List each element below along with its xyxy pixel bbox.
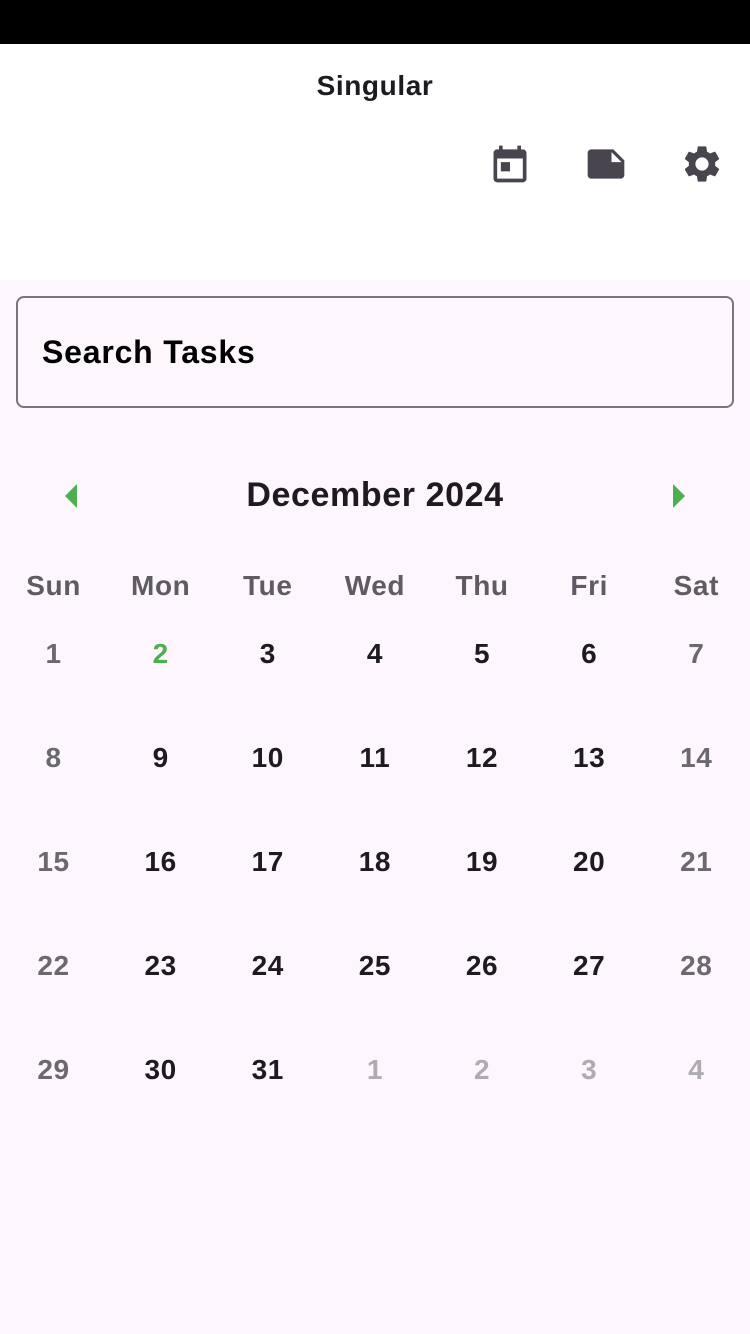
weekday-header-row: Sun Mon Tue Wed Thu Fri Sat (0, 570, 750, 610)
calendar-day[interactable]: 7 (643, 626, 750, 730)
calendar-day[interactable]: 31 (214, 1042, 321, 1146)
weekday-label: Thu (455, 570, 509, 601)
calendar-day[interactable]: 23 (107, 938, 214, 1042)
app-title: Singular (316, 70, 434, 101)
weekday-label: Sun (26, 570, 81, 601)
calendar-day[interactable]: 20 (536, 834, 643, 938)
search-box[interactable] (16, 296, 734, 408)
calendar-day[interactable]: 14 (643, 730, 750, 834)
gear-icon (684, 146, 720, 182)
weekday-label: Mon (131, 570, 191, 601)
status-bar (0, 0, 750, 44)
calendar-icon (493, 145, 527, 183)
calendar-day[interactable]: 12 (429, 730, 536, 834)
search-input[interactable] (42, 333, 732, 371)
calendar-day[interactable]: 22 (0, 938, 107, 1042)
calendar-day[interactable]: 13 (536, 730, 643, 834)
calendar-day[interactable]: 29 (0, 1042, 107, 1146)
calendar-button[interactable] (480, 134, 540, 194)
next-month-button[interactable] (663, 480, 695, 512)
calendar-day[interactable]: 4 (321, 626, 428, 730)
calendar-day-next-month[interactable]: 2 (429, 1042, 536, 1146)
calendar-day-next-month[interactable]: 4 (643, 1042, 750, 1146)
weekday-label: Fri (570, 570, 608, 601)
calendar-day-selected[interactable]: 2 (107, 626, 214, 730)
calendar-header: December 2024 (0, 466, 750, 526)
calendar-day[interactable]: 1 (0, 626, 107, 730)
calendar-day[interactable]: 16 (107, 834, 214, 938)
weekday-label: Tue (243, 570, 293, 601)
calendar-day[interactable]: 18 (321, 834, 428, 938)
calendar-day[interactable]: 17 (214, 834, 321, 938)
calendar-day[interactable]: 5 (429, 626, 536, 730)
calendar-day[interactable]: 25 (321, 938, 428, 1042)
note-icon (587, 149, 625, 179)
calendar-day[interactable]: 28 (643, 938, 750, 1042)
note-button[interactable] (576, 134, 636, 194)
calendar-day[interactable]: 3 (214, 626, 321, 730)
calendar-day[interactable]: 21 (643, 834, 750, 938)
calendar-day-next-month[interactable]: 1 (321, 1042, 428, 1146)
calendar-day[interactable]: 8 (0, 730, 107, 834)
calendar-day[interactable]: 24 (214, 938, 321, 1042)
calendar-day[interactable]: 26 (429, 938, 536, 1042)
calendar-day[interactable]: 30 (107, 1042, 214, 1146)
settings-button[interactable] (672, 134, 732, 194)
calendar-day[interactable]: 27 (536, 938, 643, 1042)
calendar-day[interactable]: 10 (214, 730, 321, 834)
weekday-label: Wed (344, 570, 406, 601)
weekday-label: Sat (673, 570, 719, 601)
calendar-day[interactable]: 9 (107, 730, 214, 834)
chevron-right-icon (673, 484, 685, 508)
calendar-day[interactable]: 11 (321, 730, 428, 834)
calendar-day[interactable]: 19 (429, 834, 536, 938)
calendar-day[interactable]: 15 (0, 834, 107, 938)
month-title: December 2024 (246, 476, 504, 514)
calendar-day[interactable]: 6 (536, 626, 643, 730)
calendar-days-grid: 1 2 3 4 5 6 7 8 9 10 11 12 13 14 15 16 1… (0, 626, 750, 1146)
calendar-day-next-month[interactable]: 3 (536, 1042, 643, 1146)
